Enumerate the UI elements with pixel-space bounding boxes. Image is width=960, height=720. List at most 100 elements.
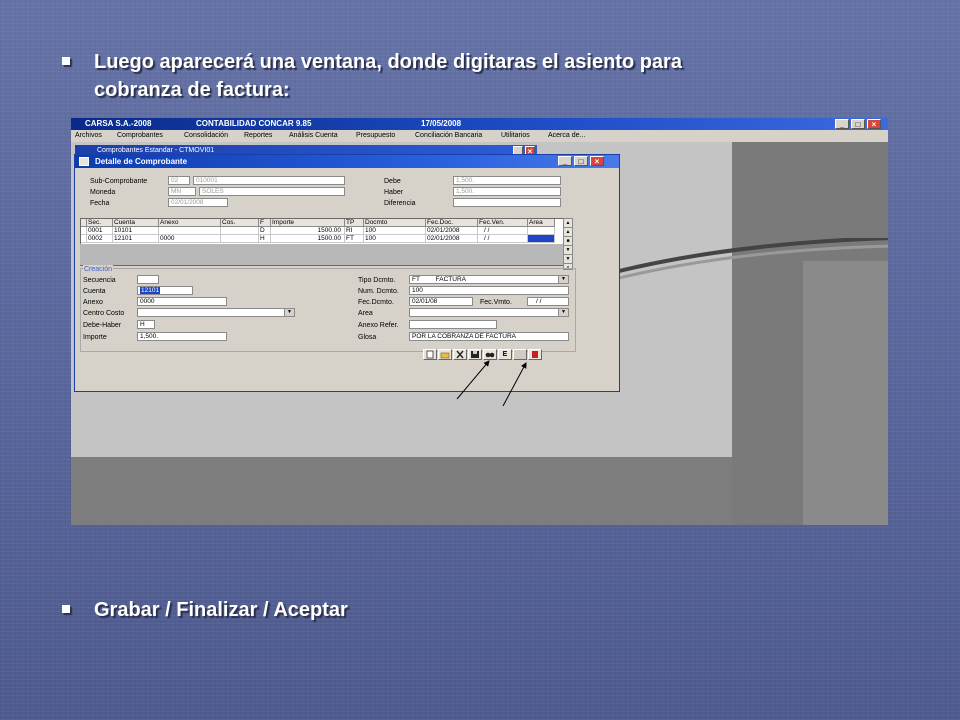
debe-field[interactable]: 1,500. [453, 176, 561, 185]
table-cell[interactable]: RI [345, 227, 364, 235]
fecha-field[interactable]: 02/01/2008 [168, 198, 228, 207]
menu-conciliacion-bancaria[interactable]: Conciliación Bancaria [415, 130, 482, 142]
moneda-code-field[interactable]: MN [168, 187, 196, 196]
app-maximize-button[interactable]: □ [851, 119, 865, 129]
save-disk-icon [471, 351, 479, 358]
subcomprobante-number-field[interactable]: 010001 [193, 176, 345, 185]
table-cell[interactable] [528, 227, 555, 235]
centro-costo-select[interactable]: ▼ [137, 308, 295, 317]
search-button[interactable] [483, 349, 497, 360]
moneda-name-field[interactable]: SOLES [199, 187, 345, 196]
menu-utilitarios[interactable]: Utilitarios [501, 130, 530, 142]
table-cell[interactable]: / / [478, 227, 528, 235]
num-dcmto-label: Num. Dcmto. [358, 288, 399, 295]
num-dcmto-field[interactable]: 100 [409, 286, 569, 295]
tipo-dcmto-label: Tipo Dcmto. [358, 277, 396, 284]
table-cell[interactable] [159, 227, 221, 235]
exit-button[interactable] [528, 349, 542, 360]
scroll-down-icon[interactable]: ▼ [564, 246, 572, 255]
scroll-top-icon[interactable]: ▲ [564, 219, 572, 228]
anexo-label: Anexo [83, 299, 103, 306]
debe-haber-label: Debe-Haber [83, 322, 122, 329]
menu-comprobantes[interactable]: Comprobantes [117, 130, 163, 142]
menu-presupuesto[interactable]: Presupuesto [356, 130, 395, 142]
table-cell[interactable]: 100 [364, 227, 426, 235]
new-document-icon [426, 350, 434, 359]
save-button[interactable] [468, 349, 482, 360]
glosa-label: Glosa [358, 334, 377, 341]
table-cell[interactable]: 12101 [113, 235, 159, 243]
detail-close-button[interactable]: × [590, 156, 604, 166]
table-cell-selected[interactable] [528, 235, 555, 243]
table-cell[interactable]: 0000 [159, 235, 221, 243]
app-minimize-button[interactable]: _ [835, 119, 849, 129]
area-select[interactable]: ▼ [409, 308, 569, 317]
tipo-dcmto-select[interactable]: FT FACTURA ▼ [409, 275, 569, 284]
table-cell[interactable] [221, 227, 259, 235]
table-cell[interactable]: 02/01/2008 [426, 227, 478, 235]
anexo-field[interactable]: 0000 [137, 297, 227, 306]
detail-title: Detalle de Comprobante [95, 157, 188, 166]
col-header-fecdoc: Fec.Doc. [426, 219, 478, 227]
finish-button[interactable]: E [498, 349, 512, 360]
blank-toolbar-button[interactable] [513, 349, 527, 360]
dropdown-arrow-icon[interactable]: ▼ [558, 309, 568, 316]
table-cell[interactable]: D [259, 227, 271, 235]
fecha-label: Fecha [90, 200, 110, 207]
fec-vmto-field[interactable]: / / [527, 297, 569, 306]
table-cell[interactable]: 1500.00 [271, 235, 345, 243]
detail-toolbar: E [423, 349, 542, 361]
moneda-label: Moneda [90, 189, 116, 196]
glosa-field[interactable]: POR LA COBRANZA DE FACTURA [409, 332, 569, 341]
table-cell[interactable] [221, 235, 259, 243]
scroll-bottom-icon[interactable]: ▼ [564, 255, 572, 264]
menu-analisis-cuenta[interactable]: Análisis Cuenta [289, 130, 338, 142]
open-folder-button[interactable] [438, 349, 452, 360]
app-close-button[interactable]: × [867, 119, 881, 129]
diferencia-field[interactable] [453, 198, 561, 207]
detail-window: Detalle de Comprobante _ □ × Sub-Comprob… [74, 154, 620, 392]
table-cell[interactable]: 02/01/2008 [426, 235, 478, 243]
table-cell[interactable]: H [259, 235, 271, 243]
bullet-text-line-2: cobranza de factura: [94, 79, 290, 101]
anexo-refer-field[interactable] [409, 320, 497, 329]
col-header-fecven: Fec.Ven. [478, 219, 528, 227]
menu-consolidacion[interactable]: Consolidación [184, 130, 228, 142]
table-cell[interactable]: 0001 [87, 227, 113, 235]
menu-reportes[interactable]: Reportes [244, 130, 272, 142]
dropdown-arrow-icon[interactable]: ▼ [284, 309, 294, 316]
col-header-sec: Sec. [87, 219, 113, 227]
menu-archivos[interactable]: Archivos [75, 130, 102, 142]
new-document-button[interactable] [423, 349, 437, 360]
table-cell[interactable]: 1500.00 [271, 227, 345, 235]
cuenta-field[interactable]: 12101 [137, 286, 193, 295]
secuencia-field[interactable] [137, 275, 159, 284]
col-header-f: F [259, 219, 271, 227]
detail-maximize-button[interactable]: □ [574, 156, 588, 166]
menu-acerca[interactable]: Acerca de... [548, 130, 585, 142]
delete-button[interactable] [453, 349, 467, 360]
detail-minimize-button[interactable]: _ [558, 156, 572, 166]
table-cell[interactable]: 0002 [87, 235, 113, 243]
importe-field[interactable]: 1,500. [137, 332, 227, 341]
col-header-importe: Importe [271, 219, 345, 227]
scroll-up-icon[interactable]: ▲ [564, 228, 572, 237]
bullet-square-icon [62, 605, 70, 613]
haber-field[interactable]: 1,500. [453, 187, 561, 196]
grid-scrollbar[interactable]: ▲ ▲ ■ ▼ ▼ × [563, 218, 573, 271]
table-cell[interactable]: 100 [364, 235, 426, 243]
col-header-tp: TP [345, 219, 364, 227]
fec-dcmto-field[interactable]: 02/01/08 [409, 297, 473, 306]
diferencia-label: Diferencia [384, 200, 416, 207]
table-cell[interactable]: FT [345, 235, 364, 243]
detail-title-bar: Detalle de Comprobante _ □ × [75, 155, 619, 168]
table-cell[interactable]: 10101 [113, 227, 159, 235]
scroll-mid-icon[interactable]: ■ [564, 237, 572, 246]
fec-vmto-label: Fec.Vmto. [480, 299, 512, 306]
bullet-square-icon [62, 57, 70, 65]
debe-haber-field[interactable]: H [137, 320, 155, 329]
subcomprobante-code-field[interactable]: 02 [168, 176, 190, 185]
dropdown-arrow-icon[interactable]: ▼ [558, 276, 568, 283]
table-cell[interactable]: / / [478, 235, 528, 243]
menu-bar: Archivos Comprobantes Consolidación Repo… [71, 130, 888, 142]
